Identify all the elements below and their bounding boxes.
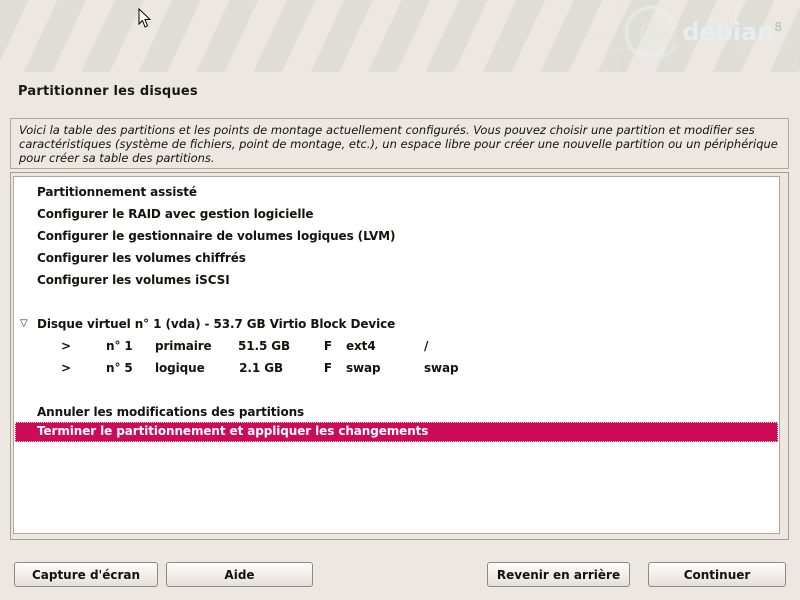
screenshot-button[interactable]: Capture d'écran	[14, 562, 158, 587]
intro-text: Voici la table des partitions et les poi…	[19, 123, 780, 165]
partition-type: logique	[155, 357, 238, 379]
partition-list[interactable]: Partitionnement assisté Configurer le RA…	[13, 176, 780, 534]
partition-flag: F	[283, 335, 332, 357]
page-title: Partitionner les disques	[18, 84, 198, 99]
help-button[interactable]: Aide	[166, 562, 313, 587]
list-item-disk[interactable]: ▽ Disque virtuel n° 1 (vda) - 53.7 GB Vi…	[15, 313, 778, 335]
partition-filesystem: ext4	[346, 335, 414, 357]
partition-list-frame: Partitionnement assisté Configurer le RA…	[10, 172, 789, 540]
list-item-configure-encrypted[interactable]: Configurer les volumes chiffrés	[15, 247, 778, 269]
list-item-configure-lvm[interactable]: Configurer le gestionnaire de volumes lo…	[15, 225, 778, 247]
list-item-guided-partitioning[interactable]: Partitionnement assisté	[15, 181, 778, 203]
partition-mountpoint: /	[424, 335, 428, 357]
partition-type: primaire	[155, 335, 238, 357]
partition-number: n° 5	[106, 357, 155, 379]
partition-size: 51.5 GB	[238, 335, 283, 357]
list-item-partition-1[interactable]: >n° 1primaire51.5 GBFext4 /	[15, 335, 778, 357]
disk-label: Disque virtuel n° 1 (vda) - 53.7 GB Virt…	[37, 317, 395, 331]
continue-button[interactable]: Continuer	[648, 562, 786, 587]
partition-filesystem: swap	[346, 357, 414, 379]
go-back-button[interactable]: Revenir en arrière	[487, 562, 630, 587]
partition-mountpoint: swap	[424, 357, 459, 379]
debian-version: 8	[774, 20, 782, 34]
list-item-partition-5[interactable]: >n° 5logique2.1 GBFswap swap	[15, 357, 778, 379]
partition-size: 2.1 GB	[238, 357, 283, 379]
partition-flag: F	[283, 357, 332, 379]
debian-swirl-logo	[0, 0, 800, 72]
debian-logo-text: debian8	[682, 18, 782, 46]
mouse-cursor	[138, 8, 152, 30]
expander-icon[interactable]: ▽	[20, 313, 36, 335]
list-item-configure-iscsi[interactable]: Configurer les volumes iSCSI	[15, 269, 778, 291]
partition-arrow-icon: >	[61, 335, 106, 357]
list-item-configure-raid[interactable]: Configurer le RAID avec gestion logiciel…	[15, 203, 778, 225]
installer-banner: debian8	[0, 0, 800, 72]
intro-box: Voici la table des partitions et les poi…	[10, 118, 789, 169]
partition-number: n° 1	[106, 335, 155, 357]
list-item-undo-changes[interactable]: Annuler les modifications des partitions	[15, 401, 778, 423]
partition-arrow-icon: >	[61, 357, 106, 379]
list-item-finish-partitioning[interactable]: Terminer le partitionnement et appliquer…	[15, 422, 778, 442]
